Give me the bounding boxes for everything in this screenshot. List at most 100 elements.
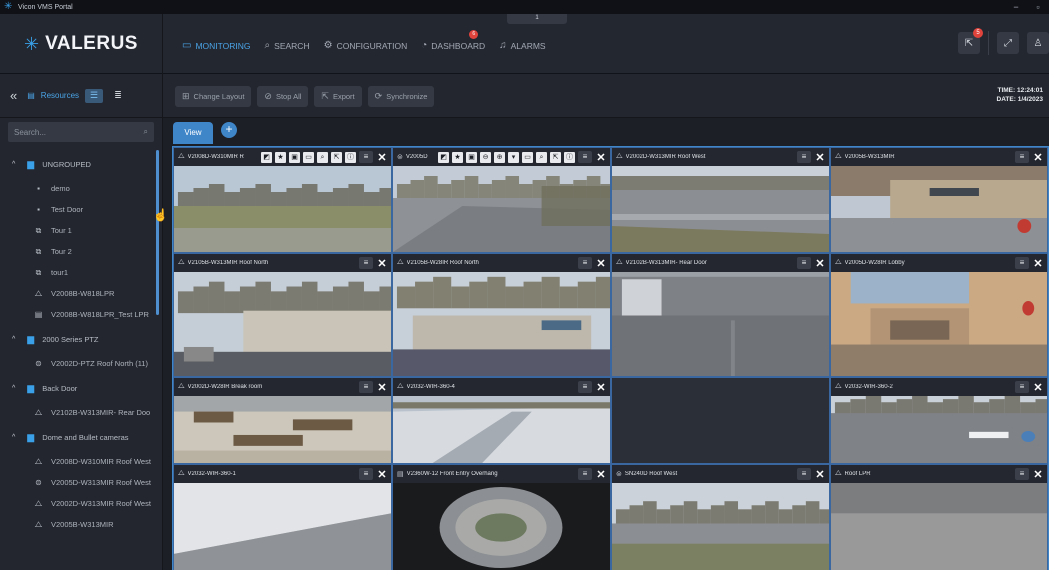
camera-video-feed[interactable] [612, 166, 829, 252]
tile-menu-icon[interactable]: ≡ [359, 151, 373, 163]
tile-menu-icon[interactable]: ≡ [578, 151, 592, 163]
user-menu-button[interactable]: ♙ [1027, 32, 1049, 54]
camera-tile[interactable]: ⧍ V2032-WIR-360-4 ≡ ✕ [392, 377, 611, 464]
collapse-sidebar-icon[interactable]: « [10, 88, 17, 103]
camera-tile[interactable]: ⊜ SN240D Roof West ≡ ✕ [611, 464, 830, 570]
camera-video-feed[interactable] [831, 166, 1047, 252]
tile-menu-icon[interactable]: ≡ [359, 257, 373, 269]
resource-item[interactable]: ⧍ V2002D-W313MIR Roof West [0, 493, 163, 514]
resource-item[interactable]: ⧉ Tour 1 [0, 220, 163, 241]
close-tile-icon[interactable]: ✕ [595, 468, 607, 481]
brand-logo[interactable]: ✳ VALERUS [0, 14, 163, 74]
camera-video-feed[interactable] [612, 396, 829, 463]
tile-menu-icon[interactable]: ≡ [797, 151, 811, 163]
camera-video-feed[interactable] [393, 272, 610, 376]
resources-label[interactable]: Resources [41, 91, 79, 100]
camera-tile[interactable]: ⧍ V2005B-W313MIR ≡ ✕ [830, 147, 1048, 253]
search-icon[interactable]: ⌕ [144, 127, 148, 137]
camera-video-feed[interactable] [174, 396, 391, 463]
tile-menu-icon[interactable]: ≡ [797, 468, 811, 480]
close-tile-icon[interactable]: ✕ [595, 257, 607, 270]
camera-tile[interactable]: ⧍ V2008D-W310MIR R ◩ ★ ▣ ▭ ⌕ ⇱ ⓘ ≡ ✕ [173, 147, 392, 253]
close-tile-icon[interactable]: ✕ [376, 151, 388, 164]
camera-tile[interactable]: ⧍ V2002D-W28IR Break room ≡ ✕ [173, 377, 392, 464]
camera-tile[interactable]: ▤ V2360W-12 Front Entry Overhang ≡ ✕ [392, 464, 611, 570]
resource-item[interactable]: ▤ V2008B-W818LPR_Test LPR [0, 304, 163, 325]
resource-group[interactable]: ^ ▆ UNGROUPED [0, 150, 163, 178]
change-layout-button[interactable]: ⊞ Change Layout [175, 86, 252, 107]
resource-search-input[interactable] [14, 127, 144, 137]
resource-item[interactable]: ⊜ V2002D-PTZ Roof North (11) [0, 353, 163, 374]
empty-camera-slot[interactable] [611, 377, 830, 464]
camera-tile[interactable]: ⧍ V2102B-W313MIR- Rear Door ≡ ✕ [611, 253, 830, 377]
resource-item[interactable]: ⧉ tour1 [0, 262, 163, 283]
synchronize-button[interactable]: ⟳ Synchronize [367, 86, 435, 107]
close-tile-icon[interactable]: ✕ [376, 257, 388, 270]
chevron-up-icon[interactable]: ^ [12, 434, 15, 441]
playback-icon[interactable]: ▣ [289, 151, 300, 163]
close-tile-icon[interactable]: ✕ [814, 257, 826, 270]
camera-video-feed[interactable] [831, 396, 1047, 463]
camera-tile[interactable]: ⧍ V2032-WIR-360-2 ≡ ✕ [830, 377, 1048, 464]
camera-tile[interactable]: ⊜ V2005D ◩ ★ ▣ ⊖ ⊕ ▾ ▭ ⌕ ⇱ ⓘ ≡ ✕ [392, 147, 611, 253]
camera-tile[interactable]: ⧍ V2005D-W28IR Lobby ≡ ✕ [830, 253, 1048, 377]
close-tile-icon[interactable]: ✕ [595, 151, 607, 164]
close-tile-icon[interactable]: ✕ [376, 468, 388, 481]
resource-item[interactable]: ⧍ V2005B-W313MIR [0, 514, 163, 535]
camera-video-feed[interactable] [174, 272, 391, 376]
tile-menu-icon[interactable]: ≡ [578, 257, 592, 269]
minimize-button[interactable]: − [1005, 2, 1027, 12]
resource-group[interactable]: ^ ▆ Back Door [0, 374, 163, 402]
tab-view[interactable]: View [173, 122, 213, 144]
resource-item[interactable]: ⧉ Tour 2 [0, 241, 163, 262]
camera-video-feed[interactable] [831, 272, 1047, 376]
header-pull-tab[interactable]: 1 [507, 14, 567, 24]
camera-tile[interactable]: ⧍ V2105B-W313MIR Roof North ≡ ✕ [173, 253, 392, 377]
tile-menu-icon[interactable]: ≡ [359, 468, 373, 480]
fullscreen-button[interactable]: ⤢ [997, 32, 1019, 54]
display-icon[interactable]: ▭ [522, 151, 533, 163]
playback-icon[interactable]: ▣ [466, 151, 477, 163]
export-icon[interactable]: ⇱ [550, 151, 561, 163]
tile-menu-icon[interactable]: ≡ [797, 257, 811, 269]
snapshot-icon[interactable]: ◩ [438, 151, 449, 163]
resource-item[interactable]: ⧍ V2102B-W313MIR- Rear Doo [0, 402, 163, 423]
close-tile-icon[interactable]: ✕ [1032, 151, 1044, 164]
camera-tile[interactable]: ⧍ Roof LPR ≡ ✕ [830, 464, 1048, 570]
tile-menu-icon[interactable]: ≡ [359, 381, 373, 393]
close-tile-icon[interactable]: ✕ [595, 381, 607, 394]
snapshot-icon[interactable]: ◩ [261, 151, 272, 163]
tile-menu-icon[interactable]: ≡ [1015, 381, 1029, 393]
zoom-in-icon[interactable]: ⊕ [494, 151, 505, 163]
digital-zoom-icon[interactable]: ⌕ [536, 151, 547, 163]
camera-video-feed[interactable] [393, 166, 610, 252]
nav-search[interactable]: ⌕ SEARCH [265, 40, 310, 51]
chevron-up-icon[interactable]: ^ [12, 385, 15, 392]
chevron-up-icon[interactable]: ^ [12, 336, 15, 343]
resource-group[interactable]: ^ ▆ 2000 Series PTZ [0, 325, 163, 353]
resource-item[interactable]: ▪ demo [0, 178, 163, 199]
camera-tile[interactable]: ⧍ V2105B-W28IR Roof North ≡ ✕ [392, 253, 611, 377]
camera-video-feed[interactable] [612, 272, 829, 376]
resource-item[interactable]: ⧍ V2008D-W310MIR Roof West [0, 451, 163, 472]
nav-monitoring[interactable]: ▭ MONITORING [182, 40, 251, 51]
camera-video-feed[interactable] [393, 483, 610, 570]
display-icon[interactable]: ▭ [303, 151, 314, 163]
sidebar-scrollbar[interactable] [156, 150, 159, 315]
resource-item[interactable]: ⧍ V2008B-W818LPR [0, 283, 163, 304]
export-icon[interactable]: ⇱ [331, 151, 342, 163]
camera-video-feed[interactable] [174, 483, 391, 570]
resource-item[interactable]: ⊜ V2005D-W313MIR Roof West [0, 472, 163, 493]
notifications-button[interactable]: ⇱ 5 [958, 28, 983, 54]
tile-menu-icon[interactable]: ≡ [1015, 468, 1029, 480]
add-view-button[interactable]: + [221, 122, 237, 138]
close-tile-icon[interactable]: ✕ [1032, 257, 1044, 270]
list-view-toggle[interactable]: ≣ [109, 89, 127, 103]
camera-video-feed[interactable] [393, 396, 610, 463]
ptz-preset-icon[interactable]: ▾ [508, 151, 519, 163]
tile-menu-icon[interactable]: ≡ [1015, 257, 1029, 269]
close-tile-icon[interactable]: ✕ [814, 151, 826, 164]
info-icon[interactable]: ⓘ [564, 151, 575, 163]
camera-tile[interactable]: ⧍ V2032-WIR-360-1 ≡ ✕ [173, 464, 392, 570]
close-tile-icon[interactable]: ✕ [1032, 381, 1044, 394]
